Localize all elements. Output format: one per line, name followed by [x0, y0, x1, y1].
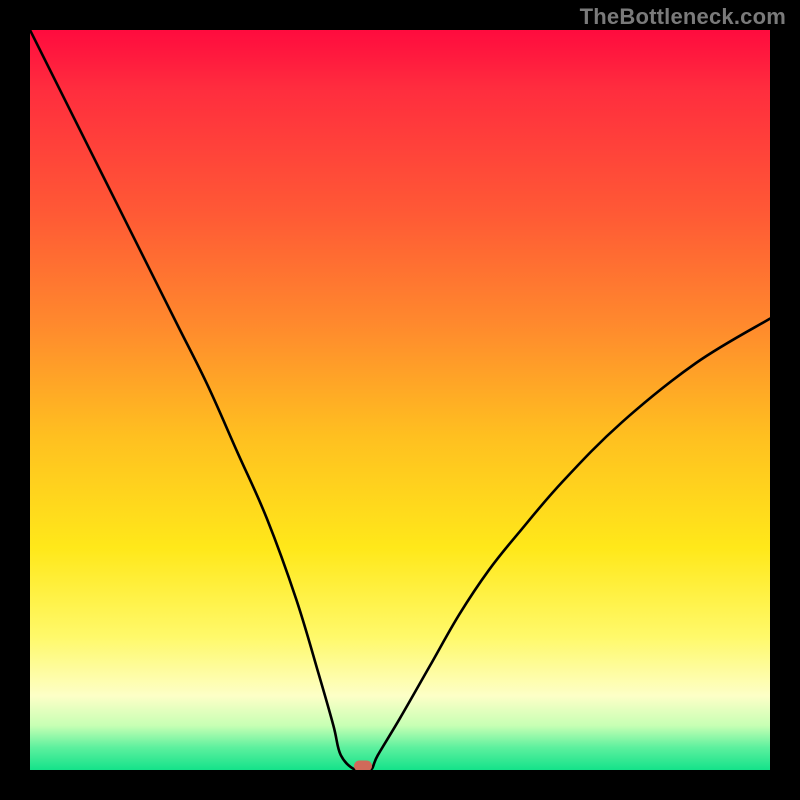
chart-frame: TheBottleneck.com: [0, 0, 800, 800]
optimum-marker: [354, 761, 372, 770]
curve-path: [30, 30, 770, 770]
bottleneck-curve: [30, 30, 770, 770]
watermark-text: TheBottleneck.com: [580, 4, 786, 30]
plot-area: [30, 30, 770, 770]
